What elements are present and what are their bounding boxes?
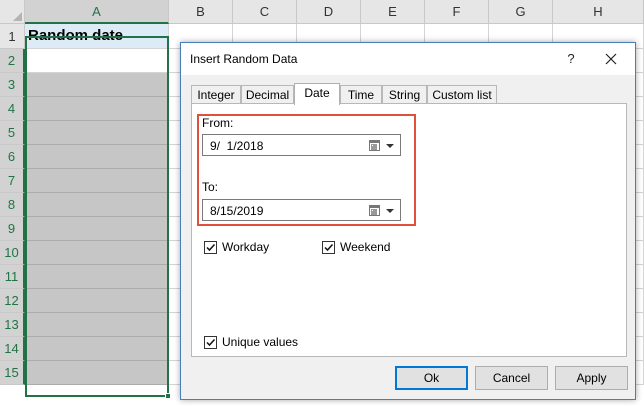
cell-a10[interactable] bbox=[25, 241, 169, 265]
column-header-c[interactable]: C bbox=[233, 0, 297, 24]
from-label: From: bbox=[202, 116, 234, 130]
tab-string[interactable]: String bbox=[382, 85, 427, 104]
row-header-1[interactable]: 1 bbox=[0, 24, 25, 49]
row-header-12[interactable]: 12 bbox=[0, 289, 25, 313]
help-button[interactable]: ? bbox=[559, 47, 583, 71]
unique-values-label: Unique values bbox=[222, 335, 299, 349]
checkbox-box[interactable] bbox=[322, 240, 335, 254]
column-header-e[interactable]: E bbox=[361, 0, 425, 24]
cell-a13[interactable] bbox=[25, 313, 169, 337]
cell-a9[interactable] bbox=[25, 217, 169, 241]
close-icon[interactable] bbox=[599, 47, 623, 71]
row-header-6[interactable]: 6 bbox=[0, 145, 25, 169]
tab-decimal[interactable]: Decimal bbox=[241, 85, 294, 104]
weekend-label: Weekend bbox=[340, 240, 391, 254]
row-header-14[interactable]: 14 bbox=[0, 337, 25, 361]
cell-a7[interactable] bbox=[25, 169, 169, 193]
row-header-4[interactable]: 4 bbox=[0, 97, 25, 121]
select-all-corner[interactable] bbox=[0, 0, 25, 24]
dialog-title: Insert Random Data bbox=[190, 52, 298, 66]
insert-random-data-dialog: Insert Random Data ? Integer Decimal Dat… bbox=[180, 42, 636, 400]
cell-a6[interactable] bbox=[25, 145, 169, 169]
tab-time[interactable]: Time bbox=[340, 85, 382, 104]
tab-integer[interactable]: Integer bbox=[191, 85, 241, 104]
calendar-icon[interactable] bbox=[369, 140, 380, 151]
chevron-down-icon[interactable] bbox=[386, 209, 394, 213]
apply-button[interactable]: Apply bbox=[555, 366, 628, 390]
column-header-g[interactable]: G bbox=[489, 0, 553, 24]
tab-date[interactable]: Date bbox=[294, 83, 340, 105]
row-header-13[interactable]: 13 bbox=[0, 313, 25, 337]
row-header-5[interactable]: 5 bbox=[0, 121, 25, 145]
cell-a5[interactable] bbox=[25, 121, 169, 145]
tab-custom-list[interactable]: Custom list bbox=[427, 85, 497, 104]
date-tab-panel: From: 9/ 1/2018 To: 8/15/2019 Workday We… bbox=[191, 103, 627, 357]
cell-a8[interactable] bbox=[25, 193, 169, 217]
to-date-value: 8/15/2019 bbox=[210, 204, 264, 218]
checkbox-box[interactable] bbox=[204, 240, 217, 254]
from-date-value: 9/ 1/2018 bbox=[210, 139, 264, 153]
column-header-a[interactable]: A bbox=[25, 0, 169, 24]
cell-a4[interactable] bbox=[25, 97, 169, 121]
cell-a11[interactable] bbox=[25, 265, 169, 289]
to-date-picker[interactable]: 8/15/2019 bbox=[202, 199, 401, 221]
chevron-down-icon[interactable] bbox=[386, 144, 394, 148]
cancel-button[interactable]: Cancel bbox=[475, 366, 548, 390]
cell-a12[interactable] bbox=[25, 289, 169, 313]
row-header-10[interactable]: 10 bbox=[0, 241, 25, 265]
weekend-checkbox[interactable]: Weekend bbox=[322, 240, 390, 254]
from-date-picker[interactable]: 9/ 1/2018 bbox=[202, 134, 401, 156]
row-header-9[interactable]: 9 bbox=[0, 217, 25, 241]
cell-a15[interactable] bbox=[25, 361, 169, 385]
row-header-3[interactable]: 3 bbox=[0, 73, 25, 97]
column-header-h[interactable]: H bbox=[553, 0, 644, 24]
ok-button[interactable]: Ok bbox=[395, 366, 468, 390]
calendar-icon[interactable] bbox=[369, 205, 380, 216]
column-header-b[interactable]: B bbox=[169, 0, 233, 24]
cell-a2[interactable] bbox=[25, 49, 169, 73]
cell-a1-title[interactable]: Random date bbox=[25, 24, 169, 49]
column-header-f[interactable]: F bbox=[425, 0, 489, 24]
row-header-7[interactable]: 7 bbox=[0, 169, 25, 193]
workday-label: Workday bbox=[222, 240, 270, 254]
dialog-titlebar[interactable]: Insert Random Data ? bbox=[181, 43, 635, 75]
row-header-8[interactable]: 8 bbox=[0, 193, 25, 217]
checkbox-box[interactable] bbox=[204, 335, 217, 349]
to-label: To: bbox=[202, 180, 219, 194]
column-header-d[interactable]: D bbox=[297, 0, 361, 24]
unique-values-checkbox[interactable]: Unique values bbox=[204, 335, 298, 349]
row-header-2[interactable]: 2 bbox=[0, 49, 25, 73]
cell-a3[interactable] bbox=[25, 73, 169, 97]
fill-handle[interactable] bbox=[165, 393, 171, 399]
row-header-11[interactable]: 11 bbox=[0, 265, 25, 289]
cell-a14[interactable] bbox=[25, 337, 169, 361]
row-header-15[interactable]: 15 bbox=[0, 361, 25, 385]
workday-checkbox[interactable]: Workday bbox=[204, 240, 269, 254]
